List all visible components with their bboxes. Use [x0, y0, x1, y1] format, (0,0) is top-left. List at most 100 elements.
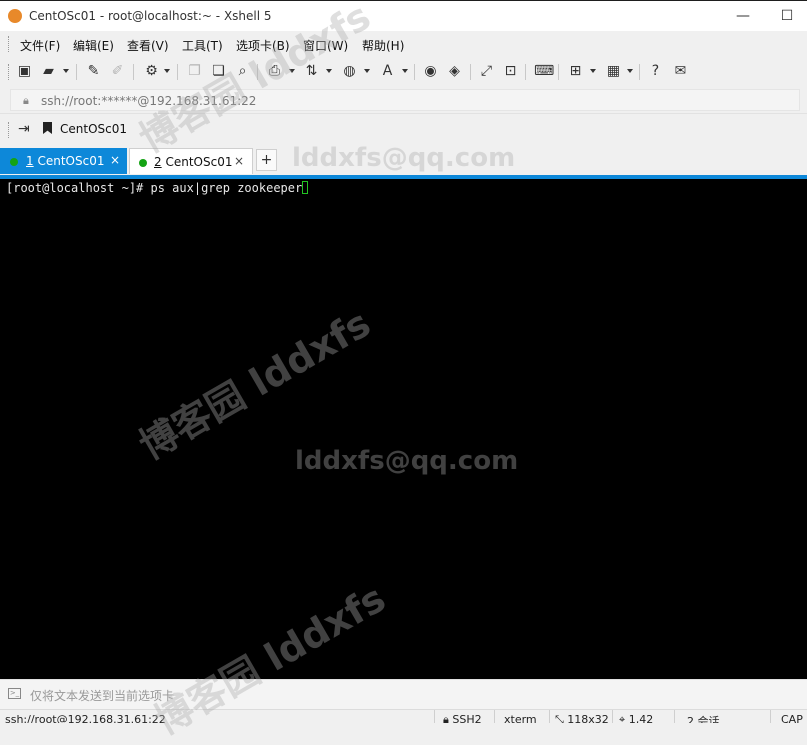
terminal-area[interactable]: [root@localhost ~]# ps aux|grep zookeepe…	[0, 179, 807, 679]
xftp-icon[interactable]: ◉	[422, 63, 439, 80]
globe-icon[interactable]: ◍	[341, 63, 358, 80]
fullscreen-icon[interactable]: ⤢	[478, 63, 495, 80]
links-nav-icon[interactable]: ⇥	[18, 121, 30, 137]
menu-edit[interactable]: 编辑(E)	[73, 37, 114, 54]
transfer-icon[interactable]: ⇅	[303, 63, 320, 80]
status-separator	[674, 710, 675, 723]
maximize-button[interactable]: ☐	[777, 7, 797, 25]
font-dropdown-arrow-icon[interactable]	[402, 69, 408, 73]
toolbar-separator	[558, 64, 559, 80]
status-bar: ssh://root@192.168.31.61:22 🔒︎ SSH2 xter…	[0, 709, 807, 723]
menu-help[interactable]: 帮助(H)	[362, 37, 404, 54]
font-icon[interactable]: A	[379, 63, 396, 80]
properties-dropdown-arrow-icon[interactable]	[164, 69, 170, 73]
tab-label: 1 CentOSc01	[26, 154, 104, 168]
terminal-cursor	[302, 181, 309, 194]
address-field[interactable]: 🔒︎ ssh://root:******@192.168.31.61:22	[10, 89, 800, 111]
status-position: ⌖ 1,42	[619, 713, 653, 723]
status-size: ⤡ 118x32	[555, 713, 609, 723]
toolbar-separator	[639, 64, 640, 80]
print-icon[interactable]: ⎙	[266, 63, 283, 80]
status-size-text: 118x32	[567, 713, 609, 723]
window-title: CentOSc01 - root@localhost:~ - Xshell 5	[29, 9, 272, 23]
open-folder-icon[interactable]: ▰	[40, 63, 57, 80]
disconnect-icon[interactable]: ✐	[109, 63, 126, 80]
add-tab-button[interactable]: +	[256, 149, 277, 171]
help-icon[interactable]: ?	[647, 63, 664, 80]
compose-icon[interactable]: >_	[8, 688, 21, 699]
menu-window[interactable]: 窗口(W)	[303, 37, 348, 54]
status-separator	[770, 710, 771, 723]
tab-number: 2	[154, 155, 162, 169]
xmanager-icon[interactable]: ◈	[446, 63, 463, 80]
status-caps: CAP	[781, 713, 803, 723]
toolbar-separator	[76, 64, 77, 80]
terminal-command: ps aux|grep zookeeper	[150, 181, 303, 195]
status-terminal-type: xterm	[504, 713, 537, 723]
title-bar: CentOSc01 - root@localhost:~ - Xshell 5 …	[0, 0, 807, 31]
status-separator	[549, 710, 550, 723]
toolbar-separator	[414, 64, 415, 80]
connected-status-icon	[139, 159, 147, 167]
paste-icon[interactable]: ❏	[210, 63, 227, 80]
tab-label: 2 CentOSc01	[154, 155, 232, 169]
session-tab-1[interactable]: 1 CentOSc01 ×	[0, 148, 127, 174]
status-protocol-text: SSH2	[452, 713, 482, 723]
minimize-button[interactable]: —	[733, 7, 753, 25]
tab-bar: 1 CentOSc01 × 2 CentOSc01 × +	[0, 147, 807, 179]
menu-view[interactable]: 查看(V)	[127, 37, 169, 54]
new-tab-dropdown-arrow-icon[interactable]	[590, 69, 596, 73]
menu-file[interactable]: 文件(F)	[20, 37, 60, 54]
layout-icon[interactable]: ▦	[605, 63, 622, 80]
menu-tab[interactable]: 选项卡(B)	[236, 37, 290, 54]
menu-tools[interactable]: 工具(T)	[182, 37, 223, 54]
keyboard-icon[interactable]: ⌨	[534, 63, 554, 80]
toolbar-separator	[470, 64, 471, 80]
xshell-app-icon	[8, 9, 22, 23]
toolbar-grip[interactable]	[8, 64, 12, 80]
compose-bar[interactable]: >_ 仅将文本发送到当前选项卡	[0, 679, 807, 709]
transfer-dropdown-arrow-icon[interactable]	[326, 69, 332, 73]
chat-icon[interactable]: ✉	[672, 63, 689, 80]
toolbar: ▣ ▰ ✎ ✐ ⚙ ❐ ❏ ⌕ ⎙ ⇅ ◍ A ◉ ◈ ⤢ ⊡ ⌨ ⊞ ▦ ? …	[0, 57, 807, 87]
tab-name: CentOSc01	[33, 154, 105, 168]
address-url: ssh://root:******@192.168.31.61:22	[41, 94, 257, 108]
tab-close-icon[interactable]: ×	[234, 154, 244, 168]
open-dropdown-arrow-icon[interactable]	[63, 69, 69, 73]
lock-icon[interactable]: ⊡	[502, 63, 519, 80]
globe-dropdown-arrow-icon[interactable]	[364, 69, 370, 73]
bookmark-icon	[43, 122, 52, 134]
copy-icon[interactable]: ❐	[186, 63, 203, 80]
toolbar-separator	[133, 64, 134, 80]
connected-status-icon	[10, 158, 18, 166]
properties-icon[interactable]: ⚙	[143, 63, 160, 80]
toolbar-separator	[525, 64, 526, 80]
new-session-icon[interactable]: ▣	[16, 63, 33, 80]
toolbar-separator	[257, 64, 258, 80]
terminal-prompt: [root@localhost ~]#	[6, 181, 151, 195]
status-connection: ssh://root@192.168.31.61:22	[5, 713, 166, 723]
session-tab-2[interactable]: 2 CentOSc01 ×	[129, 148, 253, 174]
status-sessions: 2 会话	[687, 715, 720, 723]
tab-name: CentOSc01	[161, 155, 233, 169]
find-icon[interactable]: ⌕	[234, 63, 251, 80]
session-link[interactable]: CentOSc01	[60, 122, 127, 136]
print-dropdown-arrow-icon[interactable]	[289, 69, 295, 73]
status-separator	[612, 710, 613, 723]
layout-dropdown-arrow-icon[interactable]	[627, 69, 633, 73]
new-tab-icon[interactable]: ⊞	[567, 63, 584, 80]
compose-label: 仅将文本发送到当前选项卡	[30, 689, 175, 703]
address-lock-icon: 🔒︎	[23, 94, 29, 107]
links-bar: ⇥ CentOSc01	[0, 113, 807, 147]
links-bar-grip[interactable]	[8, 122, 12, 138]
menu-bar-grip[interactable]	[8, 36, 12, 52]
toolbar-separator	[177, 64, 178, 80]
tab-number: 1	[26, 154, 34, 168]
terminal-line: [root@localhost ~]# ps aux|grep zookeepe…	[6, 181, 309, 195]
status-separator	[494, 710, 495, 723]
reconnect-icon[interactable]: ✎	[85, 63, 102, 80]
tab-close-icon[interactable]: ×	[110, 153, 120, 167]
address-bar: 🔒︎ ssh://root:******@192.168.31.61:22	[0, 87, 807, 113]
status-separator	[434, 710, 435, 723]
status-protocol: 🔒︎ SSH2	[443, 713, 482, 723]
